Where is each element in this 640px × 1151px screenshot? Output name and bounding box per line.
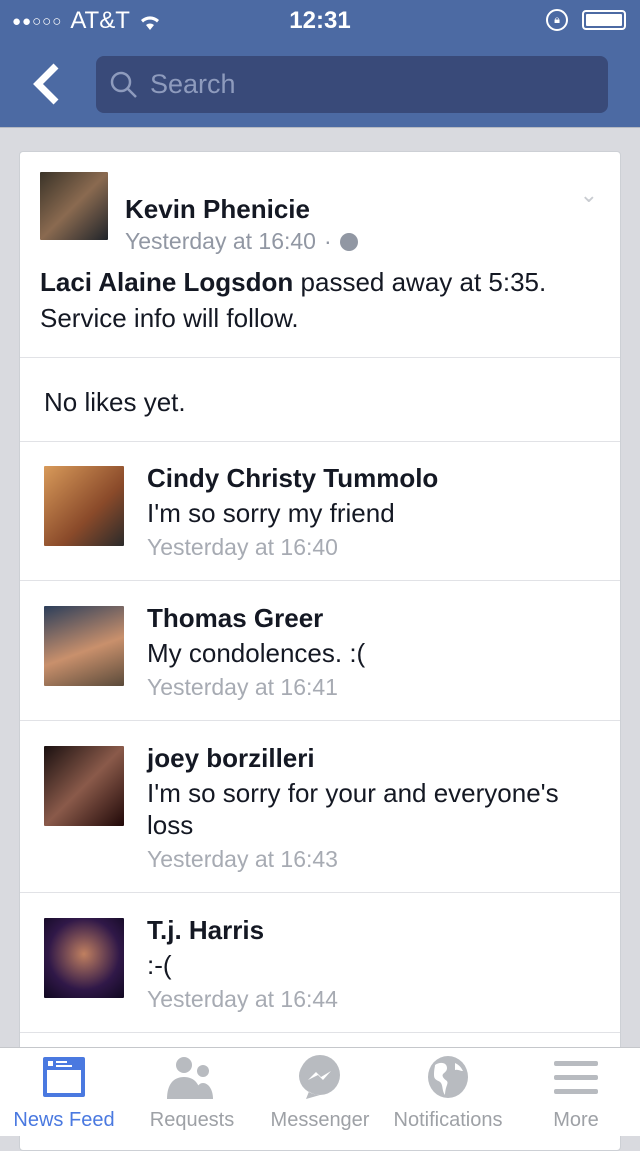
tab-label: Requests xyxy=(149,1109,235,1131)
comment: T.j. Harris :-( Yesterday at 16:44 xyxy=(20,893,620,1033)
globe-icon xyxy=(428,1056,468,1098)
tab-label: Notifications xyxy=(393,1109,503,1131)
commenter-name[interactable]: Cindy Christy Tummolo xyxy=(147,463,438,494)
commenter-name[interactable]: joey borzilleri xyxy=(147,743,315,774)
search-placeholder: Search xyxy=(150,69,236,99)
tab-label: More xyxy=(553,1109,599,1131)
commenter-name[interactable]: Thomas Greer xyxy=(147,603,323,634)
comment-text: I'm so sorry my friend xyxy=(147,498,395,528)
clock: 12:31 xyxy=(289,7,351,34)
chevron-down-icon[interactable]: ⌄ xyxy=(580,182,598,208)
tab-notifications[interactable]: Notifications xyxy=(384,1048,512,1136)
commenter-avatar[interactable] xyxy=(44,606,124,686)
comment-time: Yesterday at 16:40 xyxy=(147,534,338,560)
likes-text: No likes yet. xyxy=(44,387,186,417)
comment-time: Yesterday at 16:43 xyxy=(147,846,338,872)
tab-messenger[interactable]: Messenger xyxy=(256,1048,384,1136)
commenter-avatar[interactable] xyxy=(44,466,124,546)
mentioned-name[interactable]: Laci Alaine Logsdon xyxy=(40,267,293,297)
comment-text: My condolences. :( xyxy=(147,638,366,668)
tab-label: Messenger xyxy=(270,1109,370,1131)
battery-icon xyxy=(582,10,626,30)
commenter-avatar[interactable] xyxy=(44,746,124,826)
news-feed-icon xyxy=(43,1057,85,1097)
author-name[interactable]: Kevin Phenicie xyxy=(125,194,310,225)
post-time[interactable]: Yesterday at 16:40 xyxy=(125,228,316,255)
separator: · xyxy=(323,228,332,254)
tab-requests[interactable]: Requests xyxy=(128,1048,256,1136)
commenter-name[interactable]: T.j. Harris xyxy=(147,915,264,946)
nav-bar: Search xyxy=(0,40,640,128)
post-card: Kevin Phenicie Yesterday at 16:40 · ⌄ Lac… xyxy=(19,151,621,1151)
friend-requests-icon xyxy=(167,1057,213,1099)
messenger-icon xyxy=(299,1055,340,1099)
comment-time: Yesterday at 16:41 xyxy=(147,674,338,700)
comment-time: Yesterday at 16:44 xyxy=(147,986,338,1012)
status-bar: ●●○○○ AT&T 12:31 🔒︎ xyxy=(0,0,640,40)
search-input[interactable]: Search xyxy=(96,56,608,113)
search-icon xyxy=(110,71,137,98)
tab-more[interactable]: More xyxy=(512,1048,640,1136)
tab-bar: News Feed Requests Messenger Notificatio… xyxy=(0,1047,640,1136)
commenter-avatar[interactable] xyxy=(44,918,124,998)
author-avatar[interactable] xyxy=(40,172,108,240)
comment-text: I'm so sorry for your and everyone's los… xyxy=(147,778,559,840)
post-text: Laci Alaine Logsdon passed away at 5:35.… xyxy=(40,264,600,336)
tab-news-feed[interactable]: News Feed xyxy=(0,1048,128,1136)
globe-icon xyxy=(339,232,358,251)
back-button[interactable] xyxy=(28,62,68,106)
rotation-lock-icon: 🔒︎ xyxy=(546,9,568,31)
menu-icon xyxy=(554,1061,598,1094)
comment: Cindy Christy Tummolo I'm so sorry my fr… xyxy=(20,441,620,581)
tab-label: News Feed xyxy=(13,1109,115,1131)
comment: Thomas Greer My condolences. :( Yesterda… xyxy=(20,581,620,721)
comment-text: :-( xyxy=(147,950,172,980)
divider xyxy=(20,1032,620,1033)
comment: joey borzilleri I'm so sorry for your an… xyxy=(20,721,620,893)
divider xyxy=(20,357,620,358)
